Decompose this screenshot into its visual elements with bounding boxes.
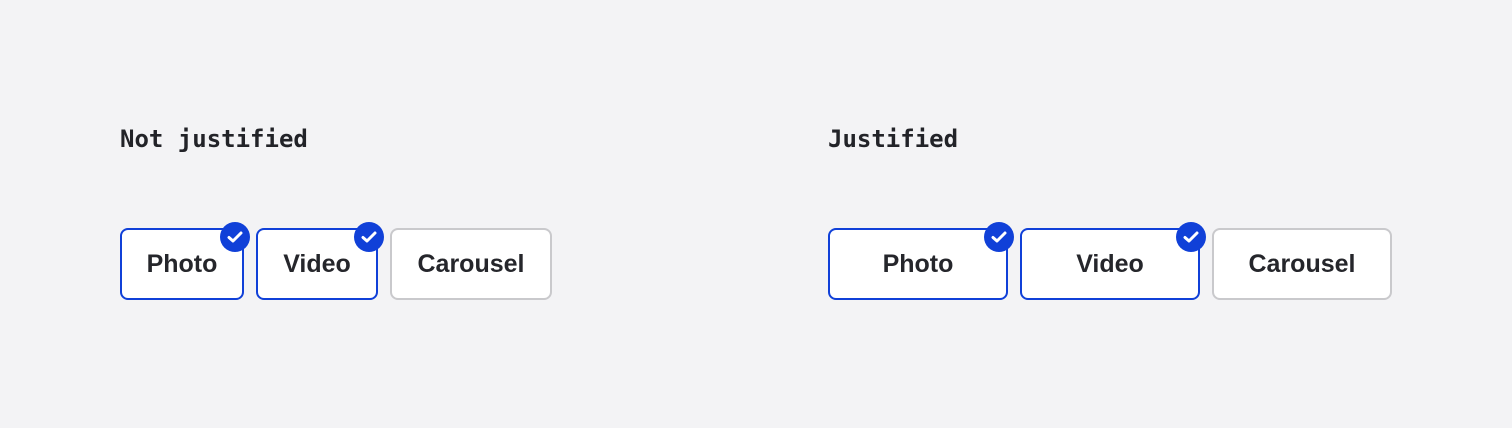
carousel-chip[interactable]: Carousel xyxy=(390,228,552,300)
chip-group: Photo Video Carousel xyxy=(120,222,552,300)
chip-label: Carousel xyxy=(417,249,525,278)
carousel-chip[interactable]: Carousel xyxy=(1212,228,1392,300)
chip-label: Video xyxy=(283,249,351,278)
check-icon xyxy=(220,222,250,252)
chip-group: Photo Video Carousel xyxy=(828,222,1392,300)
section-title: Not justified xyxy=(120,125,308,153)
section-title: Justified xyxy=(828,125,959,153)
video-chip[interactable]: Video xyxy=(256,222,384,300)
chip-label: Carousel xyxy=(1248,249,1356,278)
video-chip[interactable]: Video xyxy=(1020,222,1206,300)
chip-label: Video xyxy=(1076,249,1144,278)
chip-label: Photo xyxy=(882,249,954,278)
check-icon xyxy=(354,222,384,252)
check-icon xyxy=(984,222,1014,252)
chip-label: Photo xyxy=(146,249,218,278)
check-icon xyxy=(1176,222,1206,252)
photo-chip[interactable]: Photo xyxy=(828,222,1014,300)
photo-chip[interactable]: Photo xyxy=(120,222,250,300)
